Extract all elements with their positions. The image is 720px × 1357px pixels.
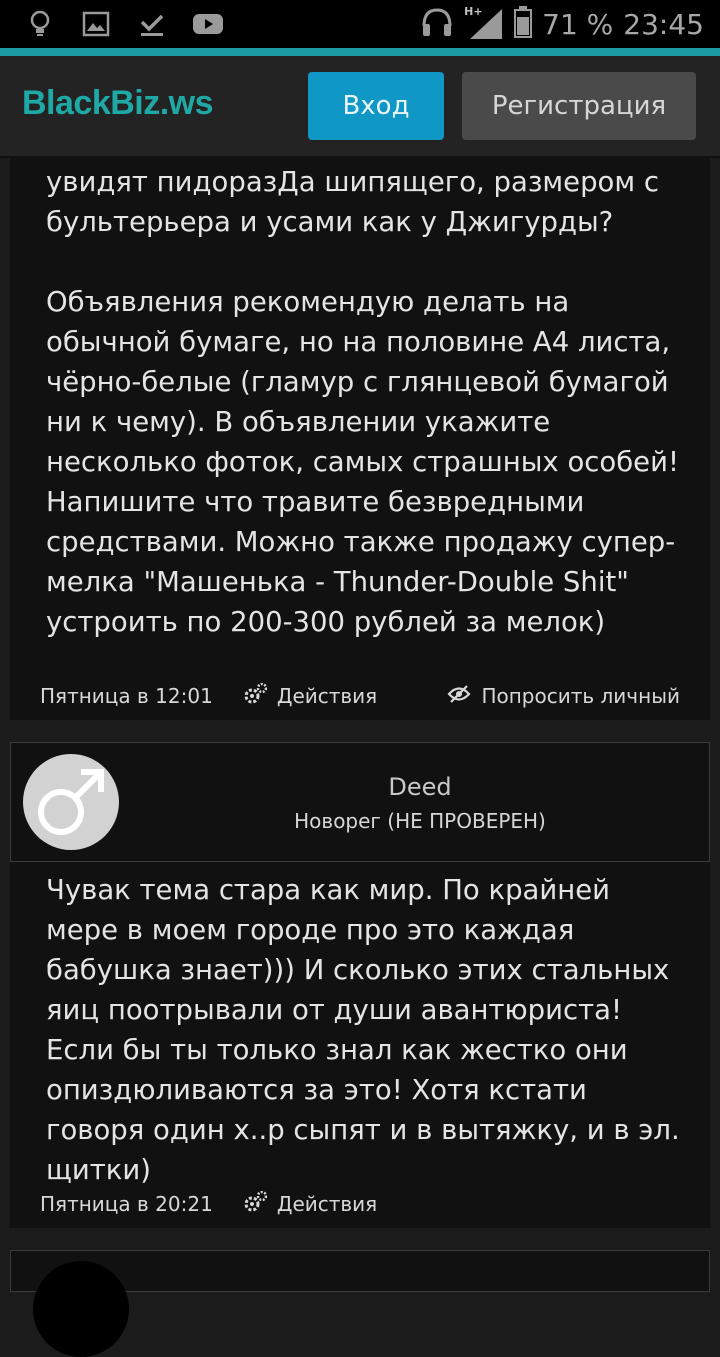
- post-body: увидят пидоразДа шипящего, размером с бу…: [10, 158, 710, 720]
- youtube-icon: [192, 8, 224, 40]
- download-done-icon: [136, 8, 168, 40]
- clock: 23:45: [623, 7, 704, 41]
- request-private-button[interactable]: Попросить личный: [447, 684, 680, 708]
- signal-label: H+: [464, 5, 483, 18]
- post-footer: Пятница в 12:01 Действия Попросить личны…: [40, 676, 680, 716]
- actions-label: Действия: [276, 684, 378, 708]
- author-card: Deed Новорег (НЕ ПРОВЕРЕН): [10, 742, 710, 862]
- gears-icon: [243, 682, 268, 710]
- eye-slash-icon: [447, 684, 471, 708]
- author-role: Новорег (НЕ ПРОВЕРЕН): [294, 809, 546, 833]
- request-private-label: Попросить личный: [481, 684, 680, 708]
- male-symbol-icon: [38, 769, 104, 835]
- actions-button[interactable]: Действия: [243, 682, 378, 710]
- login-button[interactable]: Вход: [308, 72, 444, 140]
- post-text: Чувак тема стара как мир. По крайней мер…: [46, 874, 680, 1186]
- accent-line: [0, 48, 720, 56]
- status-bar: H+ 71 % 23:45: [0, 0, 720, 48]
- actions-button[interactable]: Действия: [243, 1190, 378, 1218]
- site-header: BlackBiz.ws Вход Регистрация: [0, 56, 720, 158]
- post-date[interactable]: Пятница в 20:21: [40, 1192, 213, 1216]
- battery-icon: [514, 6, 533, 42]
- signal-icon: H+: [464, 5, 504, 41]
- register-button[interactable]: Регистрация: [462, 72, 696, 140]
- next-author-card: [10, 1250, 710, 1357]
- battery-percent: 71 %: [542, 7, 614, 41]
- post-body: Чувак тема стара как мир. По крайней мер…: [10, 862, 710, 1228]
- image-icon: [80, 8, 112, 40]
- headset-icon: [420, 6, 454, 42]
- author-name[interactable]: Deed: [131, 773, 709, 801]
- post-date[interactable]: Пятница в 12:01: [40, 684, 213, 708]
- actions-label: Действия: [276, 1192, 378, 1216]
- lightbulb-icon: [24, 8, 56, 40]
- post-text: увидят пидоразДа шипящего, размером с бу…: [46, 166, 679, 638]
- avatar[interactable]: [23, 754, 119, 850]
- post-footer: Пятница в 20:21 Действия: [40, 1184, 680, 1224]
- gears-icon: [243, 1190, 268, 1218]
- site-logo[interactable]: BlackBiz.ws: [22, 84, 214, 123]
- avatar[interactable]: [33, 1261, 129, 1357]
